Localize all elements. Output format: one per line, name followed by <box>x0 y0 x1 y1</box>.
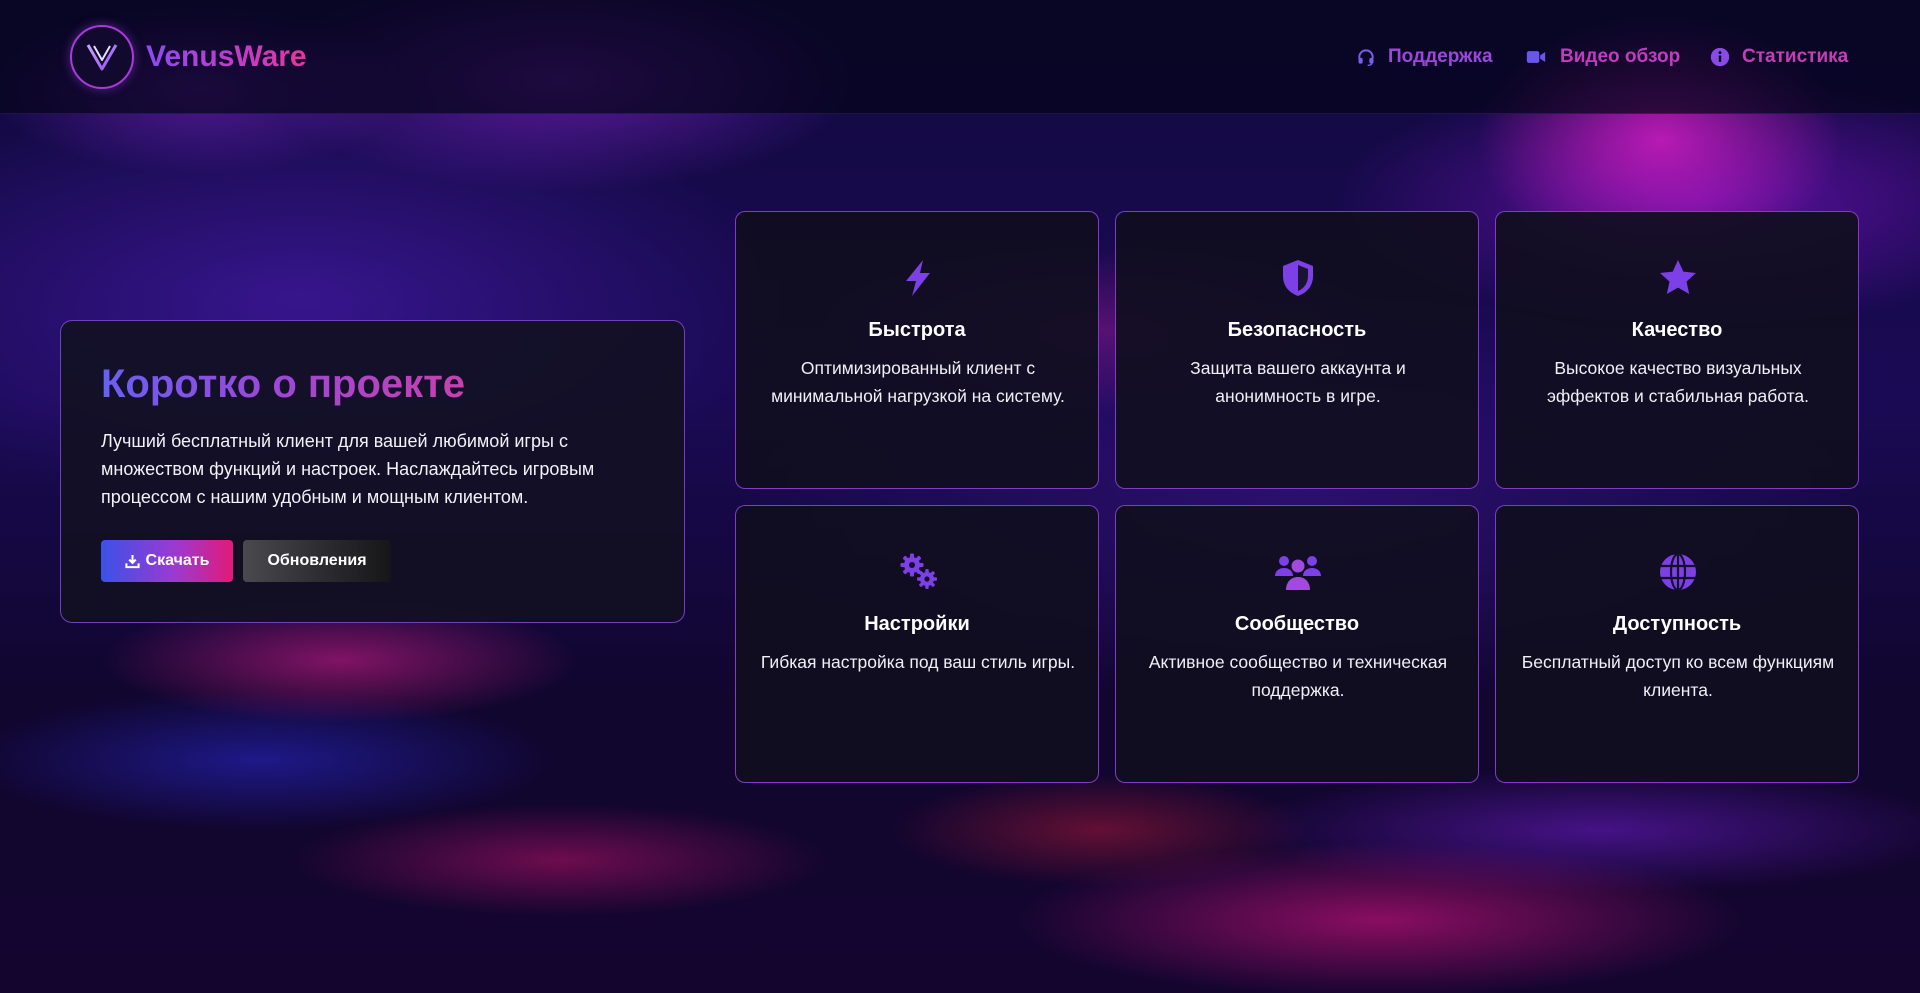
logo[interactable] <box>70 25 134 89</box>
venus-logo-icon <box>86 44 118 71</box>
nav-video-review-label: Видео обзор <box>1560 46 1681 67</box>
download-icon <box>124 554 140 568</box>
feature-card-security: Безопасность Защита вашего аккаунта и ан… <box>1115 211 1479 489</box>
lightning-icon <box>906 260 930 296</box>
header: VenusWare Поддержка Видео обзор Статисти… <box>0 0 1920 114</box>
feature-description: Гибкая настройка под ваш стиль игры. <box>760 652 1076 672</box>
feature-title: Сообщество <box>1234 613 1360 635</box>
feature-title: Доступность <box>1612 613 1742 635</box>
feature-card-community: Сообщество Активное сообщество и техниче… <box>1115 505 1479 783</box>
feature-description: Оптимизированный клиент с минимальной на… <box>771 358 1065 406</box>
nav-video-review[interactable]: Видео обзор <box>1524 44 1680 70</box>
globe-icon <box>1660 552 1696 592</box>
feature-description: Бесплатный доступ ко всем функциям клиен… <box>1521 652 1835 700</box>
feature-card-speed: Быстрота Оптимизированный клиент с миним… <box>735 211 1099 489</box>
feature-title: Настройки <box>864 613 970 635</box>
feature-card-accessibility: Доступность Бесплатный доступ ко всем фу… <box>1495 505 1859 783</box>
feature-description: Защита вашего аккаунта и анонимность в и… <box>1190 358 1406 406</box>
shield-icon <box>1283 260 1313 296</box>
download-button[interactable]: Скачать <box>101 540 233 582</box>
feature-card-quality: Качество Высокое качество визуальных эфф… <box>1495 211 1859 489</box>
users-icon <box>1275 556 1321 590</box>
nav-support[interactable]: Поддержка <box>1356 44 1493 70</box>
about-panel: Коротко о проекте Лучший бесплатный клие… <box>60 320 685 623</box>
updates-button[interactable]: Обновления <box>243 540 391 582</box>
updates-button-label: Обновления <box>267 552 367 569</box>
about-description: Лучший бесплатный клиент для вашей любим… <box>101 431 595 507</box>
gears-icon <box>900 553 937 589</box>
brand-name[interactable]: VenusWare <box>146 38 307 76</box>
feature-card-settings: Настройки Гибкая настройка под ваш стиль… <box>735 505 1099 783</box>
feature-description: Активное сообщество и техническая поддер… <box>1148 652 1448 700</box>
nav-support-label: Поддержка <box>1388 46 1493 67</box>
nav-statistics[interactable]: Статистика <box>1710 44 1848 70</box>
about-title: Коротко о проекте <box>101 362 466 406</box>
download-button-label: Скачать <box>145 552 210 569</box>
star-icon <box>1660 260 1696 294</box>
feature-title: Быстрота <box>868 319 966 341</box>
feature-title: Безопасность <box>1227 319 1367 341</box>
nav-statistics-label: Статистика <box>1742 46 1849 67</box>
video-camera-icon <box>1526 51 1546 63</box>
feature-title: Качество <box>1631 319 1723 341</box>
headset-icon <box>1358 49 1374 66</box>
feature-description: Высокое качество визуальных эффектов и с… <box>1546 358 1810 406</box>
info-icon <box>1710 47 1730 67</box>
